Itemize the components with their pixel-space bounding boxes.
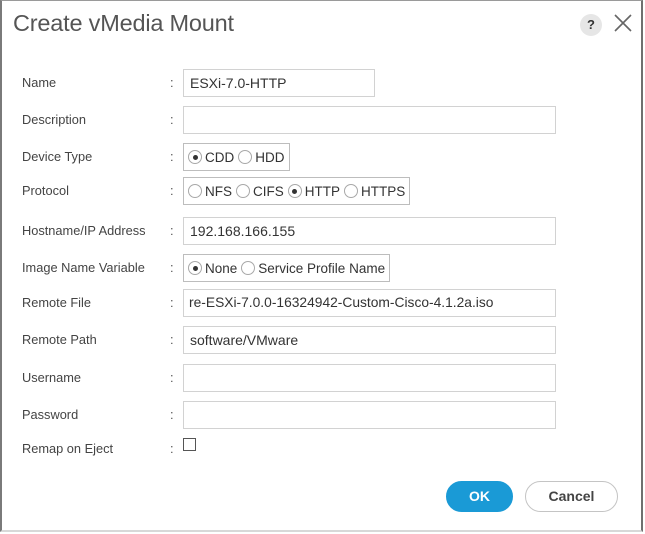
separator: : [170,112,174,127]
separator: : [170,295,174,310]
name-row: Name : ESXi-7.0-HTTP [2,69,642,97]
radio-unselected-icon [188,184,202,198]
separator: : [170,260,174,275]
separator: : [170,370,174,385]
description-label: Description [22,112,87,127]
radio-unselected-icon [238,150,253,164]
protocol-https-radio[interactable]: HTTPS [344,184,405,199]
separator: : [170,183,174,198]
remote-file-input[interactable]: re-ESXi-7.0.0-16324942-Custom-Cisco-4.1.… [183,289,556,317]
radio-label: HTTPS [361,183,406,199]
radio-label: HDD [255,149,285,165]
separator: : [170,223,174,238]
image-name-variable-radio-group: None Service Profile Name [183,254,391,282]
remote-file-label: Remote File [22,295,91,310]
hostname-row: Hostname/IP Address : 192.168.166.155 [2,217,642,245]
device-type-hdd-radio[interactable]: HDD [238,149,285,165]
protocol-nfs-radio[interactable]: NFS [188,184,232,199]
separator: : [170,332,174,347]
close-icon[interactable] [612,12,634,34]
image-name-none-radio[interactable]: None [188,261,237,276]
username-label: Username [22,370,82,385]
image-name-variable-label: Image Name Variable [22,260,145,275]
device-type-label: Device Type [22,149,93,164]
password-row: Password : [2,401,642,429]
remap-on-eject-label: Remap on Eject [22,441,114,456]
hostname-label: Hostname/IP Address [22,223,146,238]
device-type-row: Device Type : CDD HDD [2,143,642,171]
username-input[interactable] [183,364,556,392]
help-icon[interactable]: ? [580,14,602,36]
name-label: Name [22,75,57,90]
radio-selected-icon [188,261,202,275]
radio-label: Service Profile Name [258,260,386,276]
ok-button[interactable]: OK [446,481,513,512]
description-input[interactable] [183,106,556,134]
username-row: Username : [2,364,642,392]
remote-path-label: Remote Path [22,332,97,347]
separator: : [170,149,174,164]
protocol-radio-group: NFS CIFS HTTP HTTPS [183,177,411,205]
radio-label: NFS [205,183,232,199]
dialog-title: Create vMedia Mount [13,10,234,36]
radio-selected-icon [287,184,302,198]
remap-on-eject-checkbox[interactable] [183,438,196,451]
protocol-cifs-radio[interactable]: CIFS [236,184,284,199]
device-type-radio-group: CDD HDD [183,143,290,171]
protocol-http-radio[interactable]: HTTP [287,183,341,199]
radio-label: CIFS [253,183,284,199]
name-input[interactable]: ESXi-7.0-HTTP [183,69,375,97]
remap-on-eject-row: Remap on Eject : [2,435,642,463]
radio-unselected-icon [344,184,359,198]
remote-file-row: Remote File : re-ESXi-7.0.0-16324942-Cus… [2,289,642,317]
cancel-button[interactable]: Cancel [525,481,618,512]
separator: : [170,441,174,456]
radio-label: CDD [205,149,235,165]
device-type-cdd-radio[interactable]: CDD [188,150,234,165]
protocol-row: Protocol : NFS CIFS HTTP HTTPS [2,177,642,205]
remote-path-input[interactable]: software/VMware [183,326,556,354]
remote-path-row: Remote Path : software/VMware [2,326,642,354]
image-name-variable-row: Image Name Variable : None Service Profi… [2,254,642,282]
separator: : [170,75,174,90]
radio-selected-icon [188,150,202,164]
description-row: Description : [2,106,642,134]
radio-label: HTTP [304,183,341,199]
radio-label: None [205,260,238,276]
password-input[interactable] [183,401,556,429]
radio-unselected-icon [236,184,250,198]
create-vmedia-mount-dialog: Create vMedia Mount ? Name : ESXi-7.0-HT… [0,0,643,532]
radio-unselected-icon [241,261,256,275]
image-name-service-profile-radio[interactable]: Service Profile Name [241,261,385,276]
password-label: Password [22,407,79,422]
protocol-label: Protocol [22,183,69,198]
hostname-input[interactable]: 192.168.166.155 [183,217,556,245]
separator: : [170,407,174,422]
